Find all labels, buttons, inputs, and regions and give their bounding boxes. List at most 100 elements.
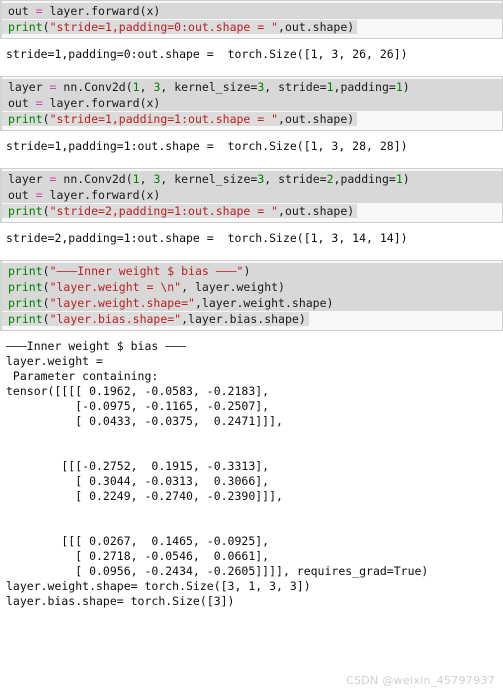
code-token: nn.Conv2d( xyxy=(56,80,133,94)
cell-output-gap xyxy=(0,223,503,231)
cell-output-gap xyxy=(0,331,503,339)
code-token: ) xyxy=(402,80,410,94)
code-line[interactable]: print("stride=2,padding=1:out.shape = ",… xyxy=(2,203,502,219)
code-line[interactable]: layer = nn.Conv2d(1, 3, kernel_size=3, s… xyxy=(2,171,502,187)
cell-output-gap xyxy=(0,39,503,47)
code-token: ,padding= xyxy=(333,80,396,94)
code-token: ,padding= xyxy=(333,172,396,186)
code-line[interactable]: print("layer.weight = \n", layer.weight) xyxy=(2,279,502,295)
code-token: ,out.shape) xyxy=(278,112,355,126)
code-line-highlight: print("stride=1,padding=0:out.shape = ",… xyxy=(2,20,358,34)
code-token: layer.forward(x) xyxy=(42,4,161,18)
code-token: out xyxy=(8,96,36,110)
code-line[interactable]: print("layer.weight.shape=",layer.weight… xyxy=(2,295,502,311)
code-token: "stride=2,padding=1:out.shape = " xyxy=(49,204,279,218)
code-token: "layer.weight.shape=" xyxy=(49,296,195,310)
code-token: print xyxy=(8,204,43,218)
notebook-page: out = layer.forward(x) print("stride=1,pa… xyxy=(0,0,503,699)
code-token: "———Inner weight $ bias ———" xyxy=(49,264,244,278)
code-token: 1 xyxy=(132,172,140,186)
code-token: ( xyxy=(42,312,50,326)
code-cell[interactable]: layer = nn.Conv2d(1, 3, kernel_size=3, s… xyxy=(0,76,503,131)
code-token: layer.forward(x) xyxy=(42,188,161,202)
code-token: "layer.bias.shape=" xyxy=(49,312,182,326)
code-line[interactable]: print("layer.bias.shape=",layer.bias.sha… xyxy=(2,311,502,327)
output-line: stride=1,padding=0:out.shape = torch.Siz… xyxy=(6,47,408,61)
code-line[interactable]: layer = nn.Conv2d(1, 3, kernel_size=3, s… xyxy=(2,79,502,95)
output-line: [ 0.0433, -0.0375, 0.2471]]], xyxy=(6,414,283,428)
output-line: [ 0.0956, -0.2434, -0.2605]]]], requires… xyxy=(6,564,429,578)
cell-output: stride=1,padding=1:out.shape = torch.Siz… xyxy=(0,139,503,154)
code-token: 1 xyxy=(395,172,403,186)
code-token: layer xyxy=(8,80,50,94)
code-token: layer xyxy=(8,172,50,186)
output-line: [-0.0975, -0.1165, -0.2507], xyxy=(6,399,270,413)
cell-gap xyxy=(0,62,503,76)
code-cell-body[interactable]: layer = nn.Conv2d(1, 3, kernel_size=3, s… xyxy=(2,169,502,222)
output-line: [[[ 0.0267, 0.1465, -0.0925], xyxy=(6,534,270,548)
code-token: , stride= xyxy=(264,172,327,186)
code-cell[interactable]: print("———Inner weight $ bias ———") print… xyxy=(0,260,503,331)
output-line: stride=1,padding=1:out.shape = torch.Siz… xyxy=(6,139,408,153)
code-token: ) xyxy=(402,172,410,186)
code-token: , kernel_size= xyxy=(160,172,258,186)
code-line[interactable]: print("———Inner weight $ bias ———") xyxy=(2,263,502,279)
code-token: out xyxy=(8,188,36,202)
code-line[interactable]: out = layer.forward(x) xyxy=(2,95,502,111)
code-token: ,layer.bias.shape) xyxy=(181,312,306,326)
code-line[interactable]: out = layer.forward(x) xyxy=(2,3,502,19)
code-cell-body[interactable]: print("———Inner weight $ bias ———") print… xyxy=(2,261,502,330)
code-line[interactable]: print("stride=1,padding=0:out.shape = ",… xyxy=(2,19,502,35)
output-line: layer.weight.shape= torch.Size([3, 1, 3,… xyxy=(6,579,311,593)
code-token: ) xyxy=(243,264,251,278)
code-cell-body[interactable]: out = layer.forward(x) print("stride=1,pa… xyxy=(2,1,502,38)
code-token: ,layer.weight.shape) xyxy=(194,296,334,310)
code-cell[interactable]: out = layer.forward(x) print("stride=1,pa… xyxy=(0,0,503,39)
code-token: print xyxy=(8,112,43,126)
code-token: "stride=1,padding=1:out.shape = " xyxy=(49,112,279,126)
code-token: ( xyxy=(42,204,50,218)
output-line: layer.weight = xyxy=(6,354,103,368)
code-token: nn.Conv2d( xyxy=(56,172,133,186)
cell-output-gap xyxy=(0,131,503,139)
code-token: ( xyxy=(42,112,50,126)
code-token: out xyxy=(8,4,36,18)
output-line: Parameter containing: xyxy=(6,369,159,383)
code-token: = xyxy=(35,96,43,110)
code-token: print xyxy=(8,312,43,326)
code-token: print xyxy=(8,264,43,278)
code-line[interactable]: out = layer.forward(x) xyxy=(2,187,502,203)
output-line: [ 0.3044, -0.0313, 0.3066], xyxy=(6,474,270,488)
output-line: [ 0.2249, -0.2740, -0.2390]]], xyxy=(6,489,283,503)
code-token: , stride= xyxy=(264,80,327,94)
code-token: , kernel_size= xyxy=(160,80,258,94)
code-line-highlight: print("stride=2,padding=1:out.shape = ",… xyxy=(2,204,358,218)
code-token: 1 xyxy=(326,80,334,94)
code-token: ( xyxy=(42,264,50,278)
cell-gap xyxy=(0,154,503,168)
code-token: = xyxy=(35,4,43,18)
code-token: 1 xyxy=(132,80,140,94)
code-cell-body[interactable]: layer = nn.Conv2d(1, 3, kernel_size=3, s… xyxy=(2,77,502,130)
cell-output: ———Inner weight $ bias ——— layer.weight =… xyxy=(0,339,503,609)
code-token: = xyxy=(35,188,43,202)
csdn-watermark: CSDN @weixin_45797937 xyxy=(345,674,495,687)
code-line-highlight: print("stride=1,padding=1:out.shape = ",… xyxy=(2,112,358,126)
code-token: ,out.shape) xyxy=(278,20,355,34)
code-cell[interactable]: layer = nn.Conv2d(1, 3, kernel_size=3, s… xyxy=(0,168,503,223)
code-token: print xyxy=(8,280,43,294)
output-line: ———Inner weight $ bias ——— xyxy=(6,339,187,353)
cell-output: stride=1,padding=0:out.shape = torch.Siz… xyxy=(0,47,503,62)
code-line[interactable]: print("stride=1,padding=1:out.shape = ",… xyxy=(2,111,502,127)
cell-gap xyxy=(0,246,503,260)
code-token: print xyxy=(8,20,43,34)
code-token: , xyxy=(139,172,154,186)
output-line: layer.bias.shape= torch.Size([3]) xyxy=(6,594,235,608)
code-token: ( xyxy=(42,280,50,294)
code-token: , layer.weight) xyxy=(181,280,285,294)
code-line-highlight: print("layer.bias.shape=",layer.bias.sha… xyxy=(2,312,309,326)
code-token: "layer.weight = \n" xyxy=(49,280,182,294)
